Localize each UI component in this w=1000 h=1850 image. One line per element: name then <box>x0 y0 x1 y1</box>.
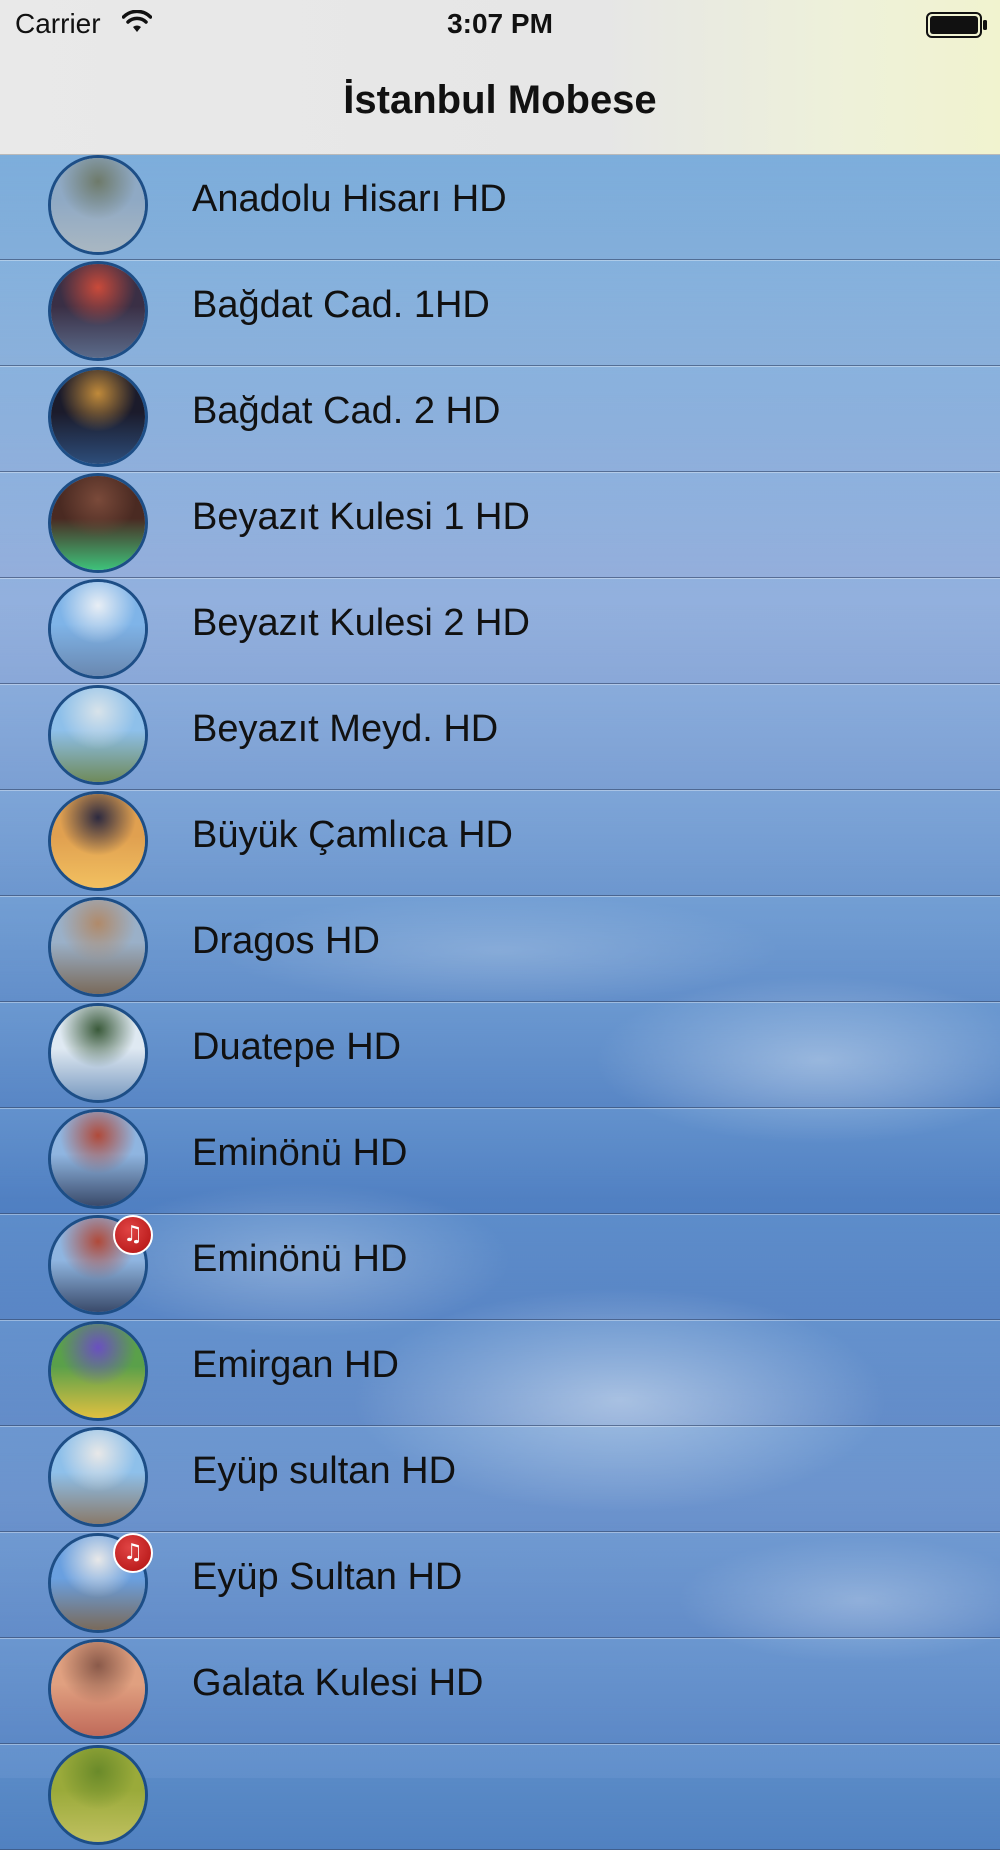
anadolu-hisari-thumbnail <box>48 155 148 255</box>
navigation-header: Carrier 3:07 PM İstanbul Mobese <box>0 0 1000 155</box>
page-title: İstanbul Mobese <box>343 78 657 122</box>
eyup-sultan-thumbnail <box>48 1427 148 1527</box>
list-item[interactable]: Eminönü HD <box>0 1108 1000 1214</box>
beyazit-kulesi-1-thumbnail <box>48 473 148 573</box>
list-item-label: Beyazıt Meyd. HD <box>192 708 499 750</box>
list-item[interactable]: ♫ Eyüp Sultan HD <box>0 1532 1000 1638</box>
battery-icon <box>926 12 987 38</box>
list-item[interactable]: Bağdat Cad. 2 HD <box>0 366 1000 472</box>
list-item-label: Emirgan HD <box>192 1344 399 1386</box>
list-item-label: Dragos HD <box>192 920 380 962</box>
list-item[interactable]: Eyüp sultan HD <box>0 1426 1000 1532</box>
list-item[interactable]: Dragos HD <box>0 896 1000 1002</box>
partial-thumbnail <box>48 1745 148 1845</box>
galata-kulesi-thumbnail <box>48 1639 148 1739</box>
status-time: 3:07 PM <box>447 8 553 39</box>
list-item[interactable]: Emirgan HD <box>0 1320 1000 1426</box>
list-item-label: Beyazıt Kulesi 2 HD <box>192 602 530 644</box>
status-bar: Carrier 3:07 PM <box>0 0 1000 50</box>
list-item[interactable]: Beyazıt Kulesi 1 HD <box>0 472 1000 578</box>
list-item[interactable] <box>0 1744 1000 1850</box>
bagdat-cad-1-thumbnail <box>48 261 148 361</box>
music-note-icon: ♫ <box>113 1533 153 1573</box>
camera-list: Anadolu Hisarı HD Bağdat Cad. 1HD Bağdat C… <box>0 154 1000 1850</box>
list-item[interactable]: Beyazıt Kulesi 2 HD <box>0 578 1000 684</box>
list-item-label: Bağdat Cad. 2 HD <box>192 390 501 432</box>
list-item-label: Eminönü HD <box>192 1238 408 1280</box>
list-item-label: Anadolu Hisarı HD <box>192 178 507 220</box>
beyazit-meyd-thumbnail <box>48 685 148 785</box>
list-item[interactable]: Beyazıt Meyd. HD <box>0 684 1000 790</box>
list-item-label: Bağdat Cad. 1HD <box>192 284 490 326</box>
duatepe-thumbnail <box>48 1003 148 1103</box>
eminonu-thumbnail <box>48 1109 148 1209</box>
list-item-label: Büyük Çamlıca HD <box>192 814 513 856</box>
list-item[interactable]: Galata Kulesi HD <box>0 1638 1000 1744</box>
music-note-icon: ♫ <box>113 1215 153 1255</box>
list-item-label: Galata Kulesi HD <box>192 1662 484 1704</box>
list-item[interactable]: Büyük Çamlıca HD <box>0 790 1000 896</box>
list-item[interactable]: Duatepe HD <box>0 1002 1000 1108</box>
bagdat-cad-2-thumbnail <box>48 367 148 467</box>
list-item-label: Eminönü HD <box>192 1132 408 1174</box>
list-item[interactable]: Anadolu Hisarı HD <box>0 154 1000 260</box>
list-item-label: Beyazıt Kulesi 1 HD <box>192 496 530 538</box>
list-item-label: Eyüp Sultan HD <box>192 1556 463 1598</box>
dragos-thumbnail <box>48 897 148 997</box>
list-item[interactable]: ♫ Eminönü HD <box>0 1214 1000 1320</box>
list-item-label: Duatepe HD <box>192 1026 402 1068</box>
emirgan-thumbnail <box>48 1321 148 1421</box>
beyazit-kulesi-2-thumbnail <box>48 579 148 679</box>
buyuk-camlica-thumbnail <box>48 791 148 891</box>
list-item[interactable]: Bağdat Cad. 1HD <box>0 260 1000 366</box>
list-item-label: Eyüp sultan HD <box>192 1450 457 1492</box>
